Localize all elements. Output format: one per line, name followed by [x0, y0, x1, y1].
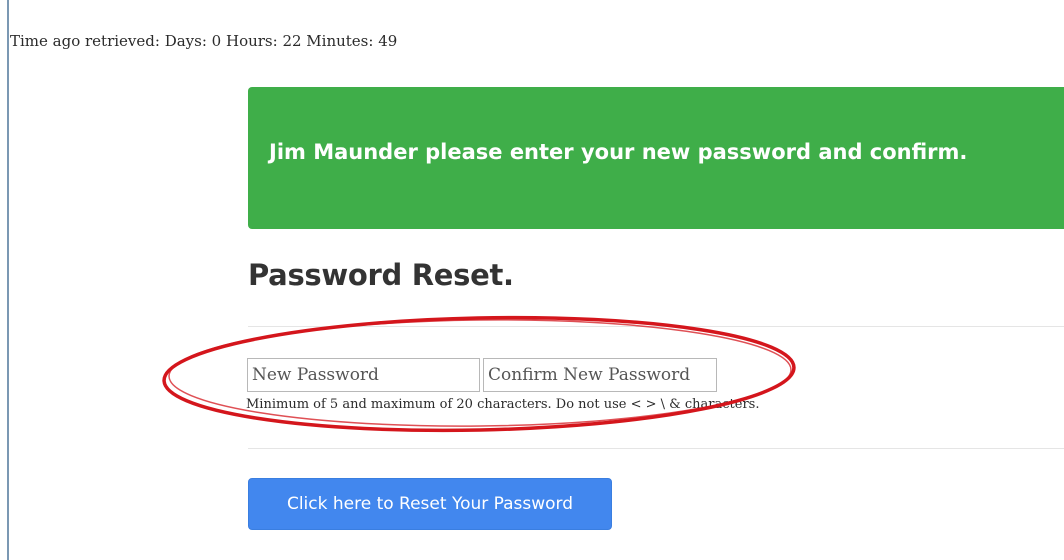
divider-top — [248, 326, 1064, 327]
new-password-input[interactable] — [247, 358, 480, 392]
password-hint: Minimum of 5 and maximum of 20 character… — [246, 397, 760, 412]
confirm-password-input[interactable] — [483, 358, 717, 392]
divider-bottom — [248, 448, 1064, 449]
banner-message: Jim Maunder please enter your new passwo… — [269, 140, 968, 164]
page-title: Password Reset. — [248, 258, 514, 292]
window-left-edge — [7, 0, 9, 560]
annotation-ellipse — [162, 315, 796, 433]
reset-password-button[interactable]: Click here to Reset Your Password — [248, 478, 612, 530]
instruction-banner: Jim Maunder please enter your new passwo… — [248, 87, 1064, 229]
time-ago-text: Time ago retrieved: Days: 0 Hours: 22 Mi… — [10, 32, 398, 50]
